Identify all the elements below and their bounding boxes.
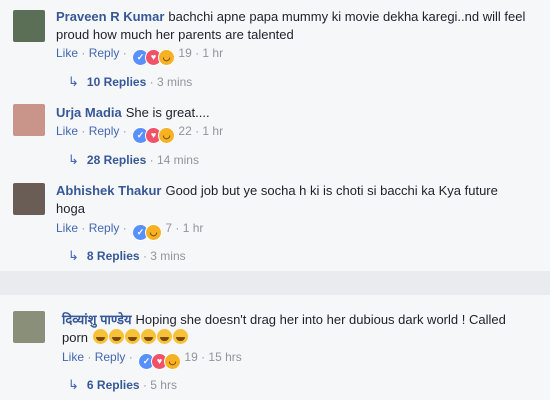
reply-button[interactable]: Reply bbox=[89, 221, 120, 235]
laughing-emoji-row bbox=[92, 329, 188, 345]
laughing-emoji-icon bbox=[92, 329, 108, 344]
reply-button[interactable]: Reply bbox=[89, 46, 120, 60]
avatar[interactable] bbox=[13, 311, 45, 343]
comment-time[interactable]: 15 hrs bbox=[208, 350, 241, 364]
laughing-emoji-icon bbox=[124, 329, 140, 344]
haha-reaction-icon: ◡ bbox=[164, 353, 182, 370]
reply-button[interactable]: Reply bbox=[95, 350, 126, 364]
reply-arrow-icon: ↳ bbox=[68, 248, 79, 263]
separator: · bbox=[139, 378, 151, 392]
replies-link[interactable]: ↳ 8 Replies · 3 mins bbox=[68, 248, 186, 264]
avatar[interactable] bbox=[13, 183, 45, 215]
reaction-count[interactable]: 19 bbox=[178, 46, 191, 60]
separator: · bbox=[119, 46, 131, 60]
separator: · bbox=[146, 153, 157, 167]
separator: · bbox=[197, 350, 209, 364]
separator: · bbox=[119, 124, 131, 138]
separator: · bbox=[119, 221, 131, 235]
comment-author[interactable]: दिव्यांशु पाण्डेय bbox=[62, 312, 132, 327]
separator: · bbox=[84, 350, 95, 364]
replies-link[interactable]: ↳ 10 Replies · 3 mins bbox=[68, 74, 192, 90]
laughing-emoji-icon bbox=[172, 329, 188, 344]
laughing-emoji-icon bbox=[108, 329, 124, 344]
reaction-icons[interactable]: ✓ ♥ ◡ bbox=[132, 127, 176, 144]
comment-actions: Like · Reply · ✓ ♥ ◡ 19 · 15 hrs bbox=[62, 350, 242, 370]
avatar[interactable] bbox=[13, 104, 45, 136]
comment-body: Urja Madia She is great.... bbox=[56, 104, 526, 122]
replies-link[interactable]: ↳ 28 Replies · 14 mins bbox=[68, 152, 199, 168]
reaction-count[interactable]: 19 bbox=[184, 350, 197, 364]
comment-text: She is great.... bbox=[125, 105, 210, 120]
like-button[interactable]: Like bbox=[62, 350, 84, 364]
reply-arrow-icon: ↳ bbox=[68, 74, 79, 89]
separator: · bbox=[139, 249, 151, 263]
laughing-emoji-icon bbox=[156, 329, 172, 344]
replies-time: 14 mins bbox=[156, 153, 199, 167]
comment-time[interactable]: 1 hr bbox=[202, 46, 223, 60]
comment-card: Praveen R Kumar bachchi apne papa mummy k… bbox=[0, 0, 550, 271]
replies-time: 3 mins bbox=[156, 75, 193, 89]
comment-card: दिव्यांशु पाण्डेय Hoping she doesn't drag… bbox=[0, 295, 550, 400]
like-button[interactable]: Like bbox=[56, 124, 78, 138]
replies-count[interactable]: 8 Replies bbox=[87, 249, 140, 263]
reaction-count[interactable]: 22 bbox=[178, 124, 191, 138]
separator: · bbox=[78, 221, 89, 235]
reply-arrow-icon: ↳ bbox=[68, 377, 79, 392]
separator: · bbox=[191, 46, 203, 60]
comment-body: Praveen R Kumar bachchi apne papa mummy k… bbox=[56, 8, 526, 44]
comment-author[interactable]: Praveen R Kumar bbox=[56, 9, 164, 24]
comment-body: Abhishek Thakur Good job but ye socha h k… bbox=[56, 182, 526, 218]
like-button[interactable]: Like bbox=[56, 221, 78, 235]
replies-count[interactable]: 6 Replies bbox=[87, 378, 140, 392]
haha-reaction-icon: ◡ bbox=[158, 49, 176, 66]
separator: · bbox=[78, 124, 89, 138]
replies-link[interactable]: ↳ 6 Replies · 5 hrs bbox=[68, 377, 177, 393]
reply-button[interactable]: Reply bbox=[89, 124, 120, 138]
comment-author[interactable]: Urja Madia bbox=[56, 105, 122, 120]
comment-time[interactable]: 1 hr bbox=[183, 221, 204, 235]
separator: · bbox=[78, 46, 89, 60]
haha-reaction-icon: ◡ bbox=[158, 127, 176, 144]
avatar[interactable] bbox=[13, 10, 45, 42]
comment-actions: Like · Reply · ✓ ◡ 7 · 1 hr bbox=[56, 221, 204, 241]
haha-reaction-icon: ◡ bbox=[145, 224, 163, 241]
reaction-icons[interactable]: ✓ ◡ bbox=[132, 224, 163, 241]
comment-body: दिव्यांशु पाण्डेय Hoping she doesn't drag… bbox=[62, 311, 512, 347]
like-button[interactable]: Like bbox=[56, 46, 78, 60]
replies-count[interactable]: 10 Replies bbox=[87, 75, 146, 89]
replies-time: 3 mins bbox=[150, 249, 186, 263]
separator: · bbox=[191, 124, 203, 138]
reaction-icons[interactable]: ✓ ♥ ◡ bbox=[138, 353, 182, 370]
comment-actions: Like · Reply · ✓ ♥ ◡ 22 · 1 hr bbox=[56, 124, 223, 144]
reply-arrow-icon: ↳ bbox=[68, 152, 79, 167]
separator: · bbox=[172, 221, 183, 235]
laughing-emoji-icon bbox=[140, 329, 156, 344]
replies-time: 5 hrs bbox=[150, 378, 177, 392]
comment-actions: Like · Reply · ✓ ♥ ◡ 19 · 1 hr bbox=[56, 46, 223, 66]
comment-author[interactable]: Abhishek Thakur bbox=[56, 183, 161, 198]
separator: · bbox=[125, 350, 137, 364]
comment-time[interactable]: 1 hr bbox=[202, 124, 223, 138]
separator: · bbox=[146, 75, 157, 89]
reaction-icons[interactable]: ✓ ♥ ◡ bbox=[132, 49, 176, 66]
replies-count[interactable]: 28 Replies bbox=[87, 153, 146, 167]
